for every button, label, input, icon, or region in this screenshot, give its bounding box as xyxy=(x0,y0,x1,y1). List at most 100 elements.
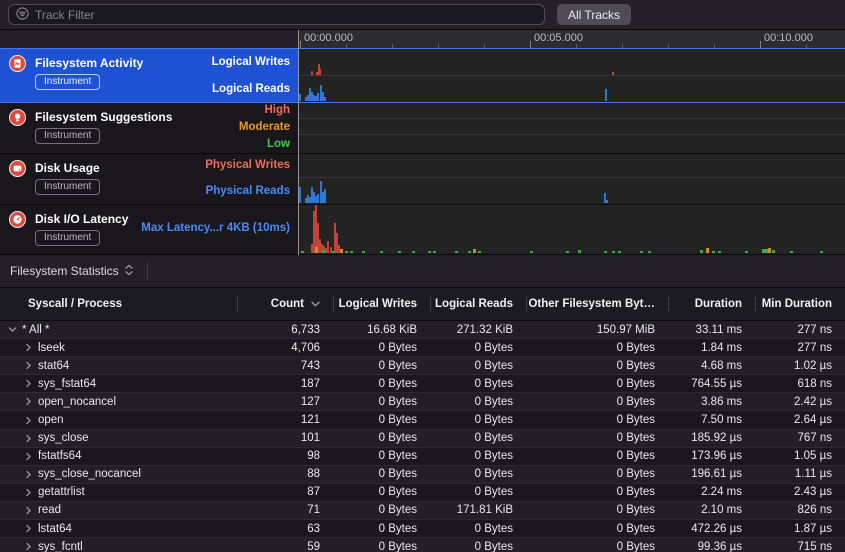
table-row-fstatfs64[interactable]: fstatfs64980 Bytes0 Bytes0 Bytes173.96 µ… xyxy=(0,448,845,466)
table-row-sys-close-nocancel[interactable]: sys_close_nocancel880 Bytes0 Bytes0 Byte… xyxy=(0,466,845,484)
lane-label: Logical Reads xyxy=(212,83,290,95)
track-header[interactable]: Disk I/O LatencyInstrumentMax Latency...… xyxy=(0,205,298,254)
graph-lane xyxy=(299,49,845,76)
data-bar xyxy=(455,251,458,253)
cell-value: 0 Bytes xyxy=(333,504,430,516)
syscall-name: lstat64 xyxy=(38,523,72,535)
cell-value: 1.11 µs xyxy=(755,468,845,480)
table-row-open[interactable]: open1210 Bytes0 Bytes0 Bytes7.50 ms2.64 … xyxy=(0,411,845,429)
track-header[interactable]: Disk UsageInstrumentPhysical WritesPhysi… xyxy=(0,154,298,204)
column-header-count[interactable]: Count xyxy=(237,288,333,320)
column-header-label: Other Filesystem Byt… xyxy=(528,298,655,310)
table-row-sys-fcntl[interactable]: sys_fcntl590 Bytes0 Bytes0 Bytes99.36 µs… xyxy=(0,538,845,552)
cell-value: 1.05 µs xyxy=(755,450,845,462)
column-header-label: Logical Reads xyxy=(435,298,513,310)
cell-value: 0 Bytes xyxy=(333,378,430,390)
table-row-lseek[interactable]: lseek4,7060 Bytes0 Bytes0 Bytes1.84 ms27… xyxy=(0,339,845,357)
ruler-time-label: 00:05.000 xyxy=(534,32,583,44)
cell-value: 33.11 ms xyxy=(668,324,755,336)
cell-value: 0 Bytes xyxy=(430,378,526,390)
column-header-logical-writes[interactable]: Logical Writes xyxy=(333,288,430,320)
data-bar xyxy=(468,251,471,253)
column-header-syscall-process[interactable]: Syscall / Process xyxy=(0,288,237,320)
detail-view-selector[interactable]: Filesystem Statistics xyxy=(10,261,148,281)
cell-value: 0 Bytes xyxy=(526,468,668,480)
instruments-window: Track Filter All Tracks 00:00.00000:05.0… xyxy=(0,0,845,552)
toolbar: Track Filter All Tracks xyxy=(0,0,845,30)
syscall-name: lseek xyxy=(38,342,65,354)
data-bar xyxy=(604,251,607,253)
data-bar xyxy=(322,250,325,253)
data-bar xyxy=(319,69,321,75)
disclosure-collapsed-icon[interactable] xyxy=(24,524,33,533)
table-row-sys-close[interactable]: sys_close1010 Bytes0 Bytes0 Bytes185.92 … xyxy=(0,430,845,448)
track-disk-i-o-latency[interactable]: Disk I/O LatencyInstrumentMax Latency...… xyxy=(0,205,845,255)
track-graph[interactable] xyxy=(299,205,845,254)
data-bar xyxy=(530,251,533,253)
timeline-header: 00:00.00000:05.00000:10.000 xyxy=(0,30,845,48)
table-row-stat64[interactable]: stat647430 Bytes0 Bytes0 Bytes4.68 ms1.0… xyxy=(0,357,845,375)
data-bar xyxy=(324,97,326,101)
data-bar xyxy=(706,248,709,253)
cell-value: 99.36 µs xyxy=(668,541,755,552)
disclosure-collapsed-icon[interactable] xyxy=(24,379,33,388)
table-row-open-nocancel[interactable]: open_nocancel1270 Bytes0 Bytes0 Bytes3.8… xyxy=(0,393,845,411)
track-pane-splitter[interactable] xyxy=(298,30,299,255)
track-filesystem-suggestions[interactable]: Filesystem SuggestionsInstrumentHighMode… xyxy=(0,103,845,154)
table-row-getattrlist[interactable]: getattrlist870 Bytes0 Bytes0 Bytes2.24 m… xyxy=(0,484,845,502)
column-header-logical-reads[interactable]: Logical Reads xyxy=(430,288,526,320)
disclosure-expanded-icon[interactable] xyxy=(8,325,17,334)
track-header[interactable]: Filesystem ActivityInstrumentLogical Wri… xyxy=(0,49,298,102)
data-bar xyxy=(433,251,436,253)
track-graph[interactable] xyxy=(299,103,845,153)
disclosure-collapsed-icon[interactable] xyxy=(24,470,33,479)
track-graph[interactable] xyxy=(299,49,845,102)
disclosure-collapsed-icon[interactable] xyxy=(24,434,33,443)
table-row-sys-fstat64[interactable]: sys_fstat641870 Bytes0 Bytes0 Bytes764.5… xyxy=(0,375,845,393)
timeline-ruler[interactable]: 00:00.00000:05.00000:10.000 xyxy=(299,30,845,48)
column-header-other-filesystem-byt-[interactable]: Other Filesystem Byt… xyxy=(526,288,668,320)
cell-value: 59 xyxy=(237,541,333,552)
track-header[interactable]: Filesystem SuggestionsInstrumentHighMode… xyxy=(0,103,298,153)
cell-value: 277 ns xyxy=(755,342,845,354)
data-bar xyxy=(317,93,319,101)
track-filter-input[interactable]: Track Filter xyxy=(8,4,545,25)
track-filesystem-activity[interactable]: Filesystem ActivityInstrumentLogical Wri… xyxy=(0,48,845,103)
table-row-lstat64[interactable]: lstat64630 Bytes0 Bytes0 Bytes472.26 µs1… xyxy=(0,520,845,538)
disclosure-collapsed-icon[interactable] xyxy=(24,542,33,551)
cell-value: 6,733 xyxy=(237,324,333,336)
cell-value: 16.68 KiB xyxy=(333,324,430,336)
track-disk-usage[interactable]: Disk UsageInstrumentPhysical WritesPhysi… xyxy=(0,154,845,205)
table-row-read[interactable]: read710 Bytes171.81 KiB0 Bytes2.10 ms826… xyxy=(0,502,845,520)
cell-value: 2.24 ms xyxy=(668,486,755,498)
data-bar xyxy=(317,194,319,203)
disclosure-collapsed-icon[interactable] xyxy=(24,343,33,352)
column-header-duration[interactable]: Duration xyxy=(668,288,755,320)
lane-label: Physical Writes xyxy=(205,159,290,171)
statistics-panel: Filesystem Statistics Syscall / ProcessC… xyxy=(0,255,845,552)
disclosure-collapsed-icon[interactable] xyxy=(24,397,33,406)
cell-value: 767 ns xyxy=(755,432,845,444)
cell-value: 187 xyxy=(237,378,333,390)
all-tracks-button[interactable]: All Tracks xyxy=(557,4,631,25)
data-bar xyxy=(640,251,643,253)
disclosure-collapsed-icon[interactable] xyxy=(24,361,33,370)
cell-value: 743 xyxy=(237,360,333,372)
track-graph[interactable] xyxy=(299,154,845,204)
disclosure-collapsed-icon[interactable] xyxy=(24,452,33,461)
cell-value: 2.10 ms xyxy=(668,504,755,516)
data-bar xyxy=(345,251,348,253)
disclosure-collapsed-icon[interactable] xyxy=(24,506,33,515)
cell-value: 0 Bytes xyxy=(526,378,668,390)
ruler-tick-major xyxy=(300,41,301,48)
track-name: Disk I/O Latency xyxy=(35,212,128,226)
table-row-All[interactable]: * All *6,73316.68 KiB271.32 KiB150.97 Mi… xyxy=(0,321,845,339)
ruler-tick-major xyxy=(530,41,531,48)
syscall-name: sys_close xyxy=(38,432,89,444)
syscall-name: fstatfs64 xyxy=(38,450,81,462)
disclosure-collapsed-icon[interactable] xyxy=(24,416,33,425)
column-header-min-duration[interactable]: Min Duration xyxy=(755,288,845,320)
graph-lane xyxy=(299,154,845,178)
data-bar xyxy=(772,250,775,253)
disclosure-collapsed-icon[interactable] xyxy=(24,488,33,497)
